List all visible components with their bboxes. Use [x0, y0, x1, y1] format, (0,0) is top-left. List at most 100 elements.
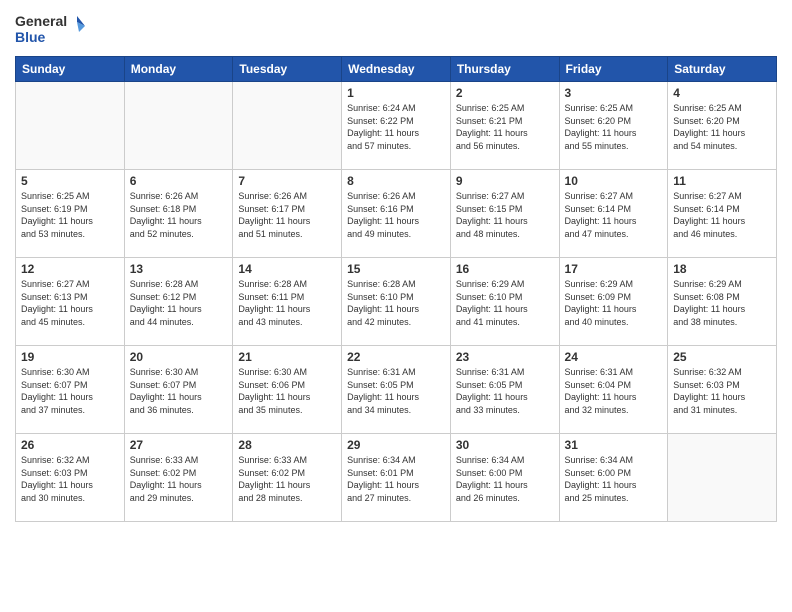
- week-row-4: 26Sunrise: 6:32 AM Sunset: 6:03 PM Dayli…: [16, 434, 777, 522]
- day-info: Sunrise: 6:26 AM Sunset: 6:17 PM Dayligh…: [238, 190, 336, 240]
- calendar-cell: 2Sunrise: 6:25 AM Sunset: 6:21 PM Daylig…: [450, 82, 559, 170]
- day-info: Sunrise: 6:34 AM Sunset: 6:01 PM Dayligh…: [347, 454, 445, 504]
- day-info: Sunrise: 6:27 AM Sunset: 6:14 PM Dayligh…: [673, 190, 771, 240]
- day-info: Sunrise: 6:27 AM Sunset: 6:14 PM Dayligh…: [565, 190, 663, 240]
- day-info: Sunrise: 6:28 AM Sunset: 6:12 PM Dayligh…: [130, 278, 228, 328]
- day-number: 17: [565, 262, 663, 276]
- calendar-cell: 31Sunrise: 6:34 AM Sunset: 6:00 PM Dayli…: [559, 434, 668, 522]
- weekday-monday: Monday: [124, 57, 233, 82]
- calendar-cell: 9 Sunrise: 6:27 AM Sunset: 6:15 PM Daylig…: [450, 170, 559, 258]
- calendar-cell: 23 Sunrise: 6:31 AM Sunset: 6:05 PM Dayli…: [450, 346, 559, 434]
- calendar-cell: [16, 82, 125, 170]
- day-number: 19: [21, 350, 119, 364]
- day-number: 7: [238, 174, 336, 188]
- calendar-cell: 28 Sunrise: 6:33 AM Sunset: 6:02 PM Dayli…: [233, 434, 342, 522]
- day-info: Sunrise: 6:26 AM Sunset: 6:18 PM Dayligh…: [130, 190, 228, 240]
- day-info: Sunrise: 6:25 AM Sunset: 6:20 PM Dayligh…: [565, 102, 663, 152]
- calendar-cell: [124, 82, 233, 170]
- day-number: 11: [673, 174, 771, 188]
- weekday-saturday: Saturday: [668, 57, 777, 82]
- day-info: Sunrise: 6:25 AM Sunset: 6:19 PM Dayligh…: [21, 190, 119, 240]
- day-number: 15: [347, 262, 445, 276]
- calendar-cell: 4 Sunrise: 6:25 AM Sunset: 6:20 PM Daylig…: [668, 82, 777, 170]
- day-number: 1: [347, 86, 445, 100]
- day-number: 20: [130, 350, 228, 364]
- week-row-1: 5Sunrise: 6:25 AM Sunset: 6:19 PM Daylig…: [16, 170, 777, 258]
- calendar-cell: 5Sunrise: 6:25 AM Sunset: 6:19 PM Daylig…: [16, 170, 125, 258]
- day-info: Sunrise: 6:32 AM Sunset: 6:03 PM Dayligh…: [673, 366, 771, 416]
- day-number: 24: [565, 350, 663, 364]
- week-row-2: 12Sunrise: 6:27 AM Sunset: 6:13 PM Dayli…: [16, 258, 777, 346]
- day-info: Sunrise: 6:34 AM Sunset: 6:00 PM Dayligh…: [456, 454, 554, 504]
- svg-text:Blue: Blue: [15, 29, 46, 45]
- day-number: 27: [130, 438, 228, 452]
- day-info: Sunrise: 6:28 AM Sunset: 6:10 PM Dayligh…: [347, 278, 445, 328]
- day-number: 3: [565, 86, 663, 100]
- day-info: Sunrise: 6:28 AM Sunset: 6:11 PM Dayligh…: [238, 278, 336, 328]
- calendar-cell: 14 Sunrise: 6:28 AM Sunset: 6:11 PM Dayli…: [233, 258, 342, 346]
- weekday-thursday: Thursday: [450, 57, 559, 82]
- day-info: Sunrise: 6:31 AM Sunset: 6:05 PM Dayligh…: [456, 366, 554, 416]
- day-number: 18: [673, 262, 771, 276]
- week-row-3: 19 Sunrise: 6:30 AM Sunset: 6:07 PM Dayli…: [16, 346, 777, 434]
- calendar-cell: 17 Sunrise: 6:29 AM Sunset: 6:09 PM Dayli…: [559, 258, 668, 346]
- day-info: Sunrise: 6:33 AM Sunset: 6:02 PM Dayligh…: [130, 454, 228, 504]
- day-number: 16: [456, 262, 554, 276]
- day-number: 12: [21, 262, 119, 276]
- day-number: 10: [565, 174, 663, 188]
- calendar-cell: 19 Sunrise: 6:30 AM Sunset: 6:07 PM Dayli…: [16, 346, 125, 434]
- weekday-friday: Friday: [559, 57, 668, 82]
- logo: General Blue: [15, 10, 85, 48]
- day-number: 23: [456, 350, 554, 364]
- day-info: Sunrise: 6:30 AM Sunset: 6:07 PM Dayligh…: [21, 366, 119, 416]
- day-number: 21: [238, 350, 336, 364]
- day-number: 29: [347, 438, 445, 452]
- day-info: Sunrise: 6:29 AM Sunset: 6:09 PM Dayligh…: [565, 278, 663, 328]
- day-number: 8: [347, 174, 445, 188]
- calendar-cell: [668, 434, 777, 522]
- day-info: Sunrise: 6:31 AM Sunset: 6:05 PM Dayligh…: [347, 366, 445, 416]
- day-number: 28: [238, 438, 336, 452]
- calendar-cell: 16 Sunrise: 6:29 AM Sunset: 6:10 PM Dayli…: [450, 258, 559, 346]
- week-row-0: 1 Sunrise: 6:24 AM Sunset: 6:22 PM Daylig…: [16, 82, 777, 170]
- day-info: Sunrise: 6:33 AM Sunset: 6:02 PM Dayligh…: [238, 454, 336, 504]
- weekday-wednesday: Wednesday: [342, 57, 451, 82]
- day-info: Sunrise: 6:25 AM Sunset: 6:21 PM Dayligh…: [456, 102, 554, 152]
- calendar-cell: 8Sunrise: 6:26 AM Sunset: 6:16 PM Daylig…: [342, 170, 451, 258]
- calendar-cell: 20 Sunrise: 6:30 AM Sunset: 6:07 PM Dayli…: [124, 346, 233, 434]
- day-number: 30: [456, 438, 554, 452]
- calendar-cell: 30 Sunrise: 6:34 AM Sunset: 6:00 PM Dayli…: [450, 434, 559, 522]
- day-info: Sunrise: 6:27 AM Sunset: 6:15 PM Dayligh…: [456, 190, 554, 240]
- calendar-cell: 11 Sunrise: 6:27 AM Sunset: 6:14 PM Dayli…: [668, 170, 777, 258]
- weekday-sunday: Sunday: [16, 57, 125, 82]
- calendar-cell: 26Sunrise: 6:32 AM Sunset: 6:03 PM Dayli…: [16, 434, 125, 522]
- calendar-cell: 1 Sunrise: 6:24 AM Sunset: 6:22 PM Daylig…: [342, 82, 451, 170]
- calendar-cell: 15 Sunrise: 6:28 AM Sunset: 6:10 PM Dayli…: [342, 258, 451, 346]
- calendar-cell: 3 Sunrise: 6:25 AM Sunset: 6:20 PM Daylig…: [559, 82, 668, 170]
- day-info: Sunrise: 6:30 AM Sunset: 6:07 PM Dayligh…: [130, 366, 228, 416]
- day-number: 4: [673, 86, 771, 100]
- day-info: Sunrise: 6:31 AM Sunset: 6:04 PM Dayligh…: [565, 366, 663, 416]
- day-number: 26: [21, 438, 119, 452]
- calendar-cell: 18Sunrise: 6:29 AM Sunset: 6:08 PM Dayli…: [668, 258, 777, 346]
- svg-text:General: General: [15, 13, 67, 29]
- calendar-cell: 13Sunrise: 6:28 AM Sunset: 6:12 PM Dayli…: [124, 258, 233, 346]
- day-info: Sunrise: 6:24 AM Sunset: 6:22 PM Dayligh…: [347, 102, 445, 152]
- day-number: 14: [238, 262, 336, 276]
- calendar-cell: 10 Sunrise: 6:27 AM Sunset: 6:14 PM Dayli…: [559, 170, 668, 258]
- generalblue-logo-icon: General Blue: [15, 10, 85, 48]
- day-number: 25: [673, 350, 771, 364]
- calendar-cell: 29 Sunrise: 6:34 AM Sunset: 6:01 PM Dayli…: [342, 434, 451, 522]
- calendar-cell: 27 Sunrise: 6:33 AM Sunset: 6:02 PM Dayli…: [124, 434, 233, 522]
- weekday-header-row: SundayMondayTuesdayWednesdayThursdayFrid…: [16, 57, 777, 82]
- day-info: Sunrise: 6:25 AM Sunset: 6:20 PM Dayligh…: [673, 102, 771, 152]
- calendar-table: SundayMondayTuesdayWednesdayThursdayFrid…: [15, 56, 777, 522]
- weekday-tuesday: Tuesday: [233, 57, 342, 82]
- calendar-cell: 12Sunrise: 6:27 AM Sunset: 6:13 PM Dayli…: [16, 258, 125, 346]
- day-info: Sunrise: 6:29 AM Sunset: 6:10 PM Dayligh…: [456, 278, 554, 328]
- calendar-cell: 6Sunrise: 6:26 AM Sunset: 6:18 PM Daylig…: [124, 170, 233, 258]
- day-number: 9: [456, 174, 554, 188]
- day-number: 31: [565, 438, 663, 452]
- calendar-cell: 21Sunrise: 6:30 AM Sunset: 6:06 PM Dayli…: [233, 346, 342, 434]
- calendar-cell: 25 Sunrise: 6:32 AM Sunset: 6:03 PM Dayli…: [668, 346, 777, 434]
